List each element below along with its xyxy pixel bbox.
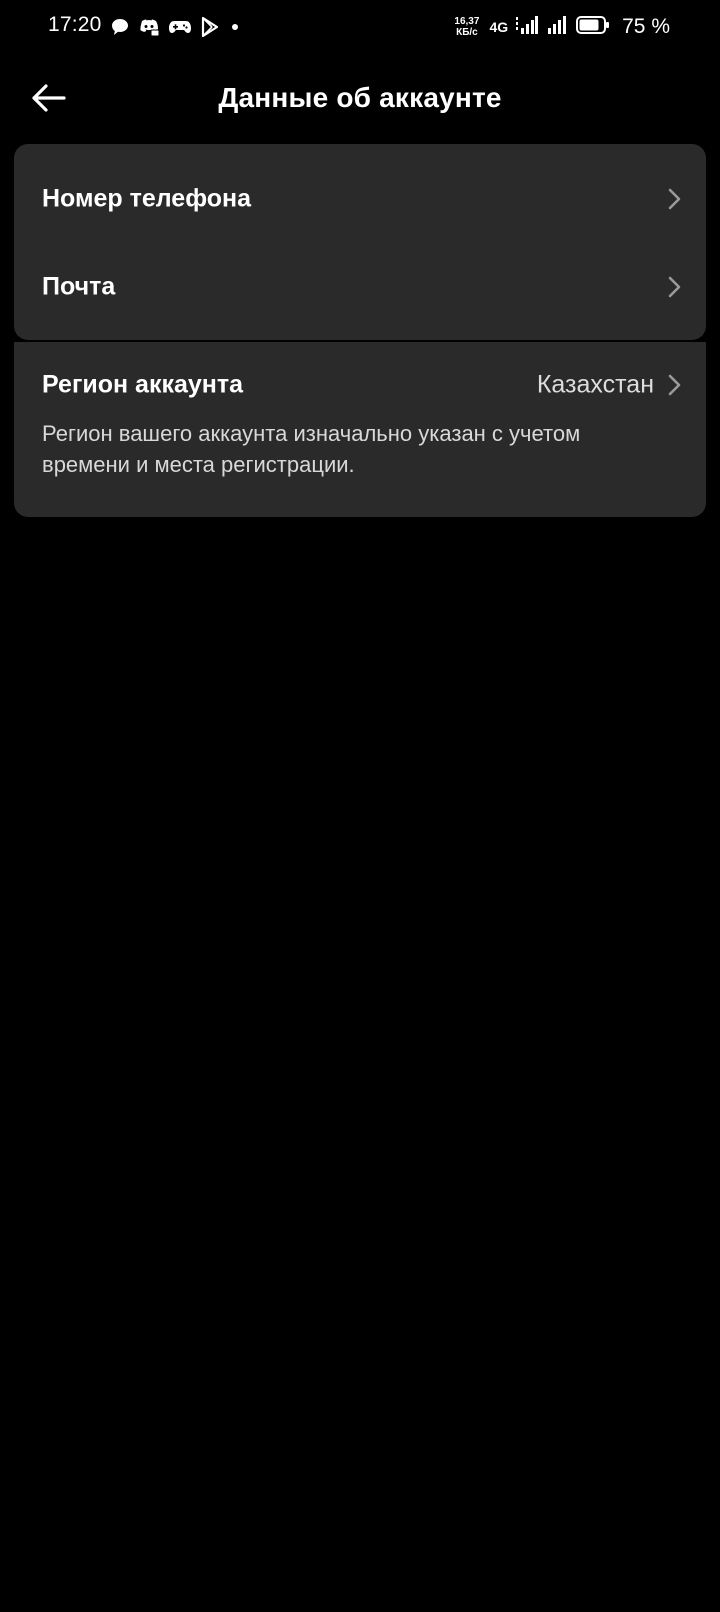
- page-title: Данные об аккаунте: [218, 82, 502, 113]
- battery-percent: 75 %: [622, 15, 670, 38]
- chevron-right-icon: [666, 373, 682, 397]
- signal-icon: [546, 15, 568, 40]
- chevron-right-icon: [666, 187, 682, 211]
- signal-icon: [516, 15, 539, 40]
- battery-icon: [576, 15, 610, 39]
- top-app-bar: Данные об аккаунте: [0, 64, 720, 136]
- notification-icons: [110, 14, 242, 40]
- email-label: Почта: [42, 272, 116, 301]
- account-region-item[interactable]: Регион аккаунта Казахстан: [14, 352, 706, 418]
- speed-unit: КБ/с: [456, 27, 478, 38]
- account-region-card: Регион аккаунта Казахстан Регион вашего …: [14, 342, 706, 517]
- dot-icon: [228, 20, 242, 34]
- network-speed: 16,37 КБ/с: [454, 16, 479, 38]
- chevron-right-icon: [666, 275, 682, 299]
- account-region-description: Регион вашего аккаунта изначально указан…: [42, 421, 581, 477]
- gamepad-icon: [168, 18, 192, 36]
- phone-number-label: Номер телефона: [42, 184, 252, 213]
- chat-bubble-icon: [110, 17, 130, 37]
- discord-icon: [138, 17, 160, 37]
- email-item[interactable]: Почта: [14, 244, 706, 330]
- system-icons: 16,37 КБ/с 4G 75 %: [454, 12, 670, 42]
- play-store-icon: [200, 16, 220, 38]
- account-contacts-card: Номер телефона Почта: [14, 144, 706, 340]
- phone-number-item[interactable]: Номер телефона: [14, 156, 706, 242]
- account-region-value: Казахстан: [536, 370, 654, 399]
- status-bar: 17:20 16,37 КБ/с 4G 75 %: [0, 0, 720, 54]
- network-type: 4G: [489, 19, 509, 35]
- status-time: 17:20: [48, 13, 102, 36]
- speed-value: 16,37: [454, 16, 480, 27]
- account-region-label: Регион аккаунта: [42, 370, 244, 399]
